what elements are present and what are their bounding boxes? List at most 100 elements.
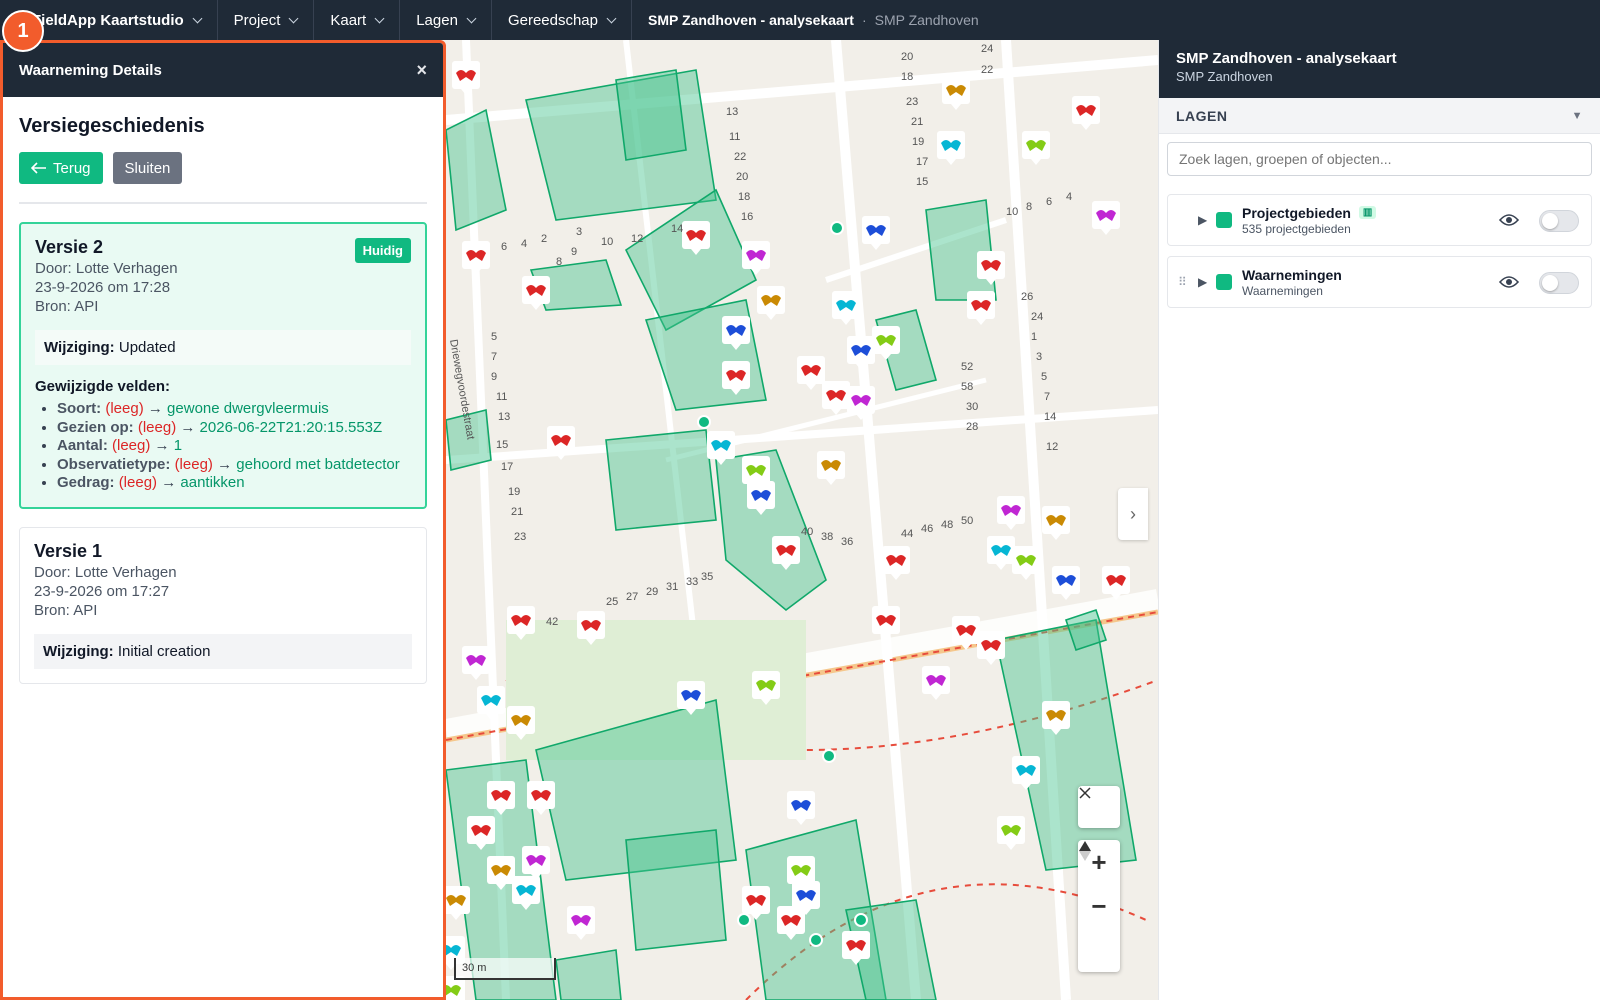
- observation-marker-icon[interactable]: [997, 816, 1025, 850]
- observation-marker-icon[interactable]: [452, 61, 480, 95]
- house-number-label: 12: [1046, 441, 1058, 453]
- house-number-label: 4: [1066, 191, 1072, 203]
- compass-icon[interactable]: [1078, 786, 1120, 828]
- layer-visibility-toggle[interactable]: [1539, 272, 1579, 294]
- menu-kaart[interactable]: Kaart: [314, 0, 401, 40]
- observation-marker-icon[interactable]: [967, 291, 995, 325]
- close-icon[interactable]: ×: [416, 60, 427, 81]
- house-number-label: 11: [496, 391, 507, 403]
- house-number-label: 24: [1031, 311, 1043, 323]
- house-number-label: 4: [521, 238, 527, 250]
- eye-icon[interactable]: [1499, 212, 1519, 228]
- observation-marker-icon[interactable]: [787, 791, 815, 825]
- house-number-label: 17: [916, 156, 928, 168]
- compass-control[interactable]: [1078, 786, 1120, 828]
- observation-marker-icon[interactable]: [1042, 506, 1070, 540]
- back-button[interactable]: Terug: [19, 152, 103, 184]
- observation-marker-icon[interactable]: [997, 496, 1025, 530]
- reset-north-button[interactable]: [1078, 841, 1120, 972]
- field-name: Gedrag:: [57, 474, 115, 491]
- expand-panel-button[interactable]: ›: [1118, 488, 1148, 540]
- observation-marker-icon[interactable]: [797, 356, 825, 390]
- house-number-label: 3: [1036, 351, 1042, 363]
- observation-marker-icon[interactable]: [942, 76, 970, 110]
- expand-triangle-icon[interactable]: ▶: [1198, 213, 1216, 227]
- chevron-down-icon[interactable]: ▼: [1572, 110, 1583, 122]
- house-number-label: 27: [626, 591, 638, 603]
- version-card-2: Versie 2 Huidig Door: Lotte Verhagen 23-…: [19, 222, 427, 509]
- chevron-down-icon: [466, 13, 477, 23]
- field-old-value: (leeg): [137, 418, 177, 436]
- version-source: Bron: API: [35, 298, 99, 315]
- panel-header: Waarneming Details ×: [3, 43, 443, 97]
- house-number-label: 40: [801, 526, 813, 538]
- observation-marker-icon[interactable]: [567, 906, 595, 940]
- observation-marker-icon[interactable]: [987, 536, 1015, 570]
- house-number-label: 26: [1021, 291, 1033, 303]
- observation-marker-icon[interactable]: [937, 131, 965, 165]
- house-number-label: 11: [729, 131, 740, 143]
- house-number-label: 52: [961, 361, 973, 373]
- observation-marker-icon[interactable]: [757, 286, 785, 320]
- observation-marker-icon[interactable]: [817, 451, 845, 485]
- changed-field: Observatietype: (leeg) → gehoord met bat…: [57, 456, 411, 475]
- current-version-badge: Huidig: [354, 238, 411, 263]
- house-number-label: 7: [1044, 391, 1050, 403]
- layer-item-waarnemingen[interactable]: ⠿ ▶ Waarnemingen Waarnemingen: [1167, 256, 1592, 308]
- map-icon: ▥: [1358, 206, 1377, 219]
- step-number-badge: 1: [2, 10, 44, 52]
- observation-marker-icon[interactable]: [847, 336, 875, 370]
- observation-marker-icon[interactable]: [922, 666, 950, 700]
- house-number-label: 23: [906, 96, 918, 108]
- menu-project-label: Project: [233, 11, 281, 29]
- expand-triangle-icon[interactable]: ▶: [1198, 275, 1216, 289]
- map-canvas[interactable]: Driewegvoordestraat 24 22 20 18 23 21 19 17 15 13…: [446, 40, 1158, 1000]
- version-card-1: Versie 1 Door: Lotte Verhagen 23-9-2026 …: [19, 526, 427, 684]
- layer-search-input[interactable]: [1167, 142, 1592, 176]
- observation-marker-icon[interactable]: [1092, 201, 1120, 235]
- change-value: Updated: [118, 339, 176, 356]
- layers-section-header[interactable]: LAGEN ▼: [1159, 98, 1600, 134]
- changed-fields-title: Gewijzigde velden:: [35, 378, 171, 395]
- observation-marker-icon[interactable]: [1022, 131, 1050, 165]
- layer-item-projectgebieden[interactable]: ▶ Projectgebieden ▥ 535 projectgebieden: [1167, 194, 1592, 246]
- observation-details-panel: Waarneming Details × Versiegeschiedenis …: [0, 40, 446, 1000]
- drag-handle-icon[interactable]: ⠿: [1178, 275, 1198, 289]
- layer-visibility-toggle[interactable]: [1539, 210, 1579, 232]
- map-scale-bar: 30 m: [454, 958, 556, 980]
- observation-marker-icon[interactable]: [862, 216, 890, 250]
- house-number-label: 42: [546, 616, 558, 628]
- field-new-value: gehoord met batdetector: [236, 455, 400, 473]
- observation-marker-icon[interactable]: [1052, 566, 1080, 600]
- observation-marker-icon[interactable]: [1072, 96, 1100, 130]
- house-number-label: 18: [738, 191, 750, 203]
- house-number-label: 24: [981, 43, 993, 55]
- eye-icon[interactable]: [1499, 274, 1519, 290]
- observation-marker-icon[interactable]: [462, 646, 490, 680]
- chevron-down-icon: [374, 13, 385, 23]
- observation-marker-icon[interactable]: [462, 241, 490, 275]
- observation-marker-icon[interactable]: [882, 546, 910, 580]
- layer-color-swatch: [1216, 274, 1232, 290]
- menu-gereedschap[interactable]: Gereedschap: [492, 0, 632, 40]
- menu-lagen[interactable]: Lagen: [400, 0, 492, 40]
- arrow-right-icon: →: [154, 437, 170, 454]
- menu-project[interactable]: Project: [218, 0, 315, 40]
- changed-field: Aantal: (leeg) → 1: [57, 437, 411, 456]
- version-title: Versie 1: [34, 540, 103, 561]
- observation-marker-icon[interactable]: [822, 381, 850, 415]
- zoom-out-button[interactable]: −: [1078, 884, 1120, 928]
- observation-marker-icon[interactable]: [872, 606, 900, 640]
- layers-section-title: LAGEN: [1176, 107, 1228, 124]
- close-button[interactable]: Sluiten: [112, 152, 183, 184]
- arrow-left-icon: [31, 162, 46, 174]
- house-number-label: 35: [701, 571, 713, 583]
- map-layer[interactable]: Driewegvoordestraat 24222018232119171513…: [446, 40, 1158, 1000]
- field-name: Aantal:: [57, 437, 108, 454]
- house-number-label: 36: [841, 536, 853, 548]
- panel-title: Waarneming Details: [19, 61, 162, 79]
- house-number-label: 29: [646, 586, 658, 598]
- house-number-label: 20: [901, 51, 913, 63]
- field-name: Observatietype:: [57, 455, 171, 473]
- house-number-label: 14: [1044, 411, 1056, 423]
